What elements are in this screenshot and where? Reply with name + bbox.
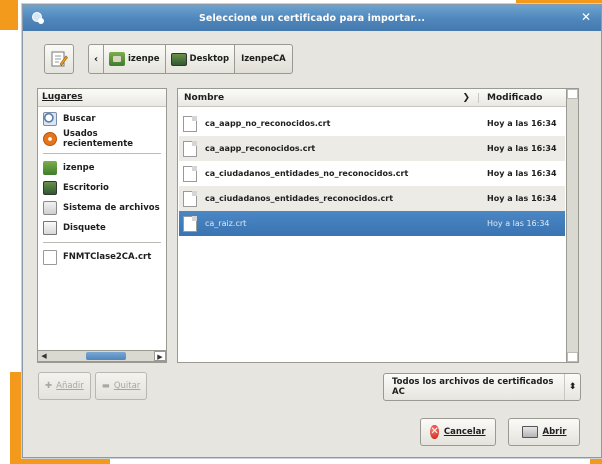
path-back-button[interactable]: ‹	[88, 44, 104, 74]
path-crumb-desktop[interactable]: Desktop	[165, 44, 236, 74]
file-icon	[43, 249, 57, 265]
file-row[interactable]: ca_ciudadanos_entidades_reconocidos.crt …	[179, 186, 565, 211]
recent-icon	[43, 132, 57, 146]
search-icon	[43, 112, 57, 126]
remove-place-button[interactable]: ▬ Quitar	[94, 372, 148, 400]
place-bookmark-file[interactable]: FNMTClase2CA.crt	[38, 247, 166, 267]
places-separator	[43, 242, 161, 243]
add-place-button[interactable]: ✚ Añadir	[38, 372, 91, 400]
file-list-vertical-scrollbar[interactable]	[567, 88, 579, 363]
sort-descending-icon: ❯	[462, 92, 470, 103]
dialog-title: Seleccione un certificado para importar.…	[198, 12, 426, 24]
scroll-down-icon[interactable]	[567, 352, 578, 362]
place-recent[interactable]: Usados recientemente	[38, 129, 166, 149]
places-sidebar: Lugares Buscar Usados recientemente izen…	[37, 88, 167, 363]
place-floppy[interactable]: Disquete	[38, 218, 166, 238]
file-list: Nombre ❯ Modificado ca_aapp_no_reconocid…	[177, 88, 567, 363]
document-icon	[183, 165, 197, 182]
filesystem-icon	[43, 201, 57, 215]
place-desktop[interactable]: Escritorio	[38, 178, 166, 198]
minus-icon: ▬	[101, 381, 110, 391]
close-icon[interactable]: ✕	[581, 10, 591, 24]
home-folder-icon	[109, 52, 125, 66]
place-home[interactable]: izenpe	[38, 158, 166, 178]
column-modified-header[interactable]: Modificado	[478, 92, 566, 103]
file-list-header: Nombre ❯ Modificado	[178, 89, 566, 107]
desktop-icon	[43, 181, 57, 195]
floppy-icon	[43, 221, 57, 235]
plus-icon: ✚	[45, 381, 53, 391]
open-folder-icon	[521, 426, 538, 438]
open-button[interactable]: Abrir	[508, 418, 580, 446]
scroll-left-icon[interactable]: ◀	[38, 351, 50, 361]
edit-location-button[interactable]	[44, 44, 74, 74]
place-filesystem[interactable]: Sistema de archivos	[38, 198, 166, 218]
places-actions: ✚ Añadir ▬ Quitar	[38, 372, 148, 400]
places-header[interactable]: Lugares	[38, 89, 166, 107]
file-type-filter-select[interactable]: Todos los archivos de certificados AC ⬍	[383, 373, 581, 401]
place-search[interactable]: Buscar	[38, 109, 166, 129]
path-crumb-izenpeca[interactable]: IzenpeCA	[235, 44, 293, 74]
path-bar: ‹ izenpe Desktop IzenpeCA	[44, 44, 293, 74]
home-folder-icon	[43, 161, 57, 175]
cancel-icon: ✕	[430, 425, 439, 439]
dialog-app-icon	[32, 12, 44, 24]
document-icon	[183, 140, 197, 157]
document-icon	[183, 115, 197, 132]
file-row[interactable]: ca_ciudadanos_entidades_no_reconocidos.c…	[179, 161, 565, 186]
file-row-selected[interactable]: ca_raiz.crt Hoy a las 16:34	[179, 211, 565, 236]
scroll-right-icon[interactable]: ▶	[154, 351, 166, 361]
desktop-icon	[170, 52, 187, 66]
pencil-icon	[51, 51, 68, 67]
path-crumb-izenpe[interactable]: izenpe	[104, 44, 166, 74]
places-separator	[43, 153, 161, 154]
document-icon	[183, 215, 197, 232]
places-horizontal-scrollbar[interactable]: ◀ ▶	[37, 350, 167, 362]
document-icon	[183, 190, 197, 207]
scrollbar-thumb[interactable]	[86, 352, 126, 360]
column-name-header[interactable]: Nombre ❯	[178, 93, 478, 103]
background-accent	[0, 0, 18, 30]
chevron-updown-icon: ⬍	[564, 374, 580, 400]
cancel-button[interactable]: ✕ Cancelar	[420, 418, 496, 446]
title-bar: Seleccione un certificado para importar.…	[23, 5, 601, 31]
file-row[interactable]: ca_aapp_reconocidos.crt Hoy a las 16:34	[179, 136, 565, 161]
scroll-up-icon[interactable]	[567, 89, 578, 99]
file-row[interactable]: ca_aapp_no_reconocidos.crt Hoy a las 16:…	[179, 111, 565, 136]
